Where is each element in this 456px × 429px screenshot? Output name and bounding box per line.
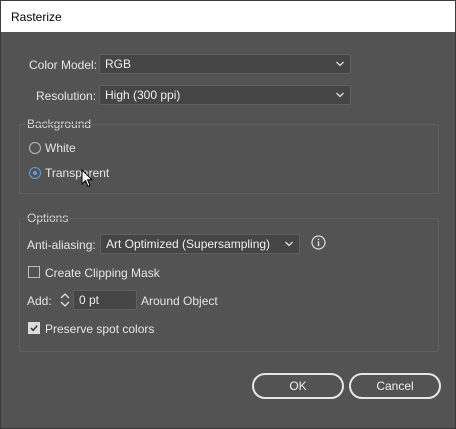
add-amount-value: 0 pt xyxy=(79,293,100,307)
transparent-radio[interactable] xyxy=(29,167,41,179)
add-label: Add: xyxy=(27,294,52,308)
color-model-dropdown[interactable]: RGB xyxy=(99,54,351,74)
anti-aliasing-value: Art Optimized (Supersampling) xyxy=(106,237,271,251)
dialog-title: Rasterize xyxy=(11,10,62,24)
white-radio-label[interactable]: White xyxy=(45,141,76,155)
color-model-label: Color Model: xyxy=(29,58,98,72)
create-clipping-mask-label[interactable]: Create Clipping Mask xyxy=(45,266,160,280)
ok-button[interactable]: OK xyxy=(252,373,344,399)
around-object-label: Around Object xyxy=(141,294,218,308)
transparent-radio-label[interactable]: Transparent xyxy=(45,166,109,180)
stepper-arrows-icon[interactable] xyxy=(58,290,72,310)
anti-aliasing-dropdown[interactable]: Art Optimized (Supersampling) xyxy=(100,234,300,254)
cancel-button[interactable]: Cancel xyxy=(349,373,441,399)
info-icon[interactable] xyxy=(311,235,326,250)
resolution-label: Resolution: xyxy=(36,89,97,103)
resolution-value: High (300 ppi) xyxy=(105,88,181,102)
anti-aliasing-label: Anti-aliasing: xyxy=(27,238,96,252)
add-amount-input[interactable]: 0 pt xyxy=(73,290,137,310)
checkmark-icon xyxy=(30,325,38,332)
color-model-value: RGB xyxy=(105,57,132,71)
chevron-down-icon xyxy=(336,61,344,67)
preserve-spot-colors-label[interactable]: Preserve spot colors xyxy=(45,322,154,336)
chevron-down-icon xyxy=(285,241,293,247)
chevron-down-icon xyxy=(336,92,344,98)
resolution-dropdown[interactable]: High (300 ppi) xyxy=(99,85,351,105)
preserve-spot-colors-checkbox[interactable] xyxy=(28,322,40,334)
rasterize-dialog: Rasterize Color Model: RGB Resolution: H… xyxy=(0,0,456,429)
mouse-cursor-icon xyxy=(81,169,93,188)
create-clipping-mask-checkbox[interactable] xyxy=(28,266,40,278)
title-bar: Rasterize xyxy=(1,1,455,32)
white-radio[interactable] xyxy=(29,142,41,154)
